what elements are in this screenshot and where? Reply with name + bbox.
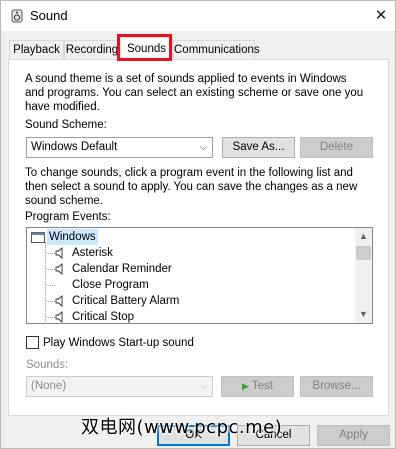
chevron-down-icon: ⌵ (199, 142, 208, 153)
tab-playback[interactable]: Playback (9, 40, 64, 60)
list-item-asterisk[interactable]: Asterisk (27, 245, 363, 261)
sounds-select-value: (None) (31, 380, 67, 392)
list-item-calendar-reminder[interactable]: Calendar Reminder (27, 261, 363, 277)
tab-strip: Playback Recording Sounds Communications (9, 37, 389, 60)
annotation-highlight-box (117, 34, 172, 61)
scroll-down-arrow-icon[interactable]: ▼ (355, 306, 372, 323)
speaker-icon (11, 9, 23, 23)
watermark-text: 双电网(www.pcpc.me) (81, 417, 283, 438)
sound-scheme-label: Sound Scheme: (25, 119, 107, 131)
intro-text-line-3: have modified. (25, 101, 100, 113)
chevron-down-icon: ⌵ (199, 381, 208, 392)
browse-button[interactable]: Browse... (300, 376, 373, 397)
close-button[interactable]: ✕ (367, 1, 395, 31)
play-icon: ▶ (241, 381, 249, 391)
program-events-label: Program Events: (25, 211, 111, 223)
sound-scheme-select[interactable]: Windows Default ⌵ (26, 137, 213, 158)
list-item-critical-battery-alarm[interactable]: Critical Battery Alarm (27, 293, 363, 309)
startup-sound-label[interactable]: Play Windows Start-up sound (43, 336, 194, 350)
list-item-label: Critical Stop (72, 311, 134, 323)
sounds-select[interactable]: (None) ⌵ (26, 376, 213, 397)
help-text-line-1: To change sounds, click a program event … (25, 167, 353, 179)
list-item-close-program[interactable]: Close Program (27, 277, 363, 293)
tab-recording[interactable]: Recording (64, 40, 120, 60)
intro-text-line-2: and programs. You can select an existing… (25, 87, 364, 99)
speaker-icon (55, 295, 63, 307)
window-icon (31, 232, 45, 243)
list-item-label: Asterisk (72, 247, 113, 259)
test-button[interactable]: ▶ Test (221, 376, 294, 397)
sound-scheme-value: Windows Default (31, 141, 118, 153)
help-text-line-2: then select a sound to apply. You can sa… (25, 181, 358, 193)
speaker-icon (55, 247, 63, 259)
scroll-up-arrow-icon[interactable]: ▲ (355, 228, 372, 245)
vertical-scrollbar[interactable]: ▲ ▼ (355, 228, 372, 323)
list-item-label: Calendar Reminder (72, 263, 172, 275)
scrollbar-thumb[interactable] (356, 246, 371, 260)
apply-button[interactable]: Apply (317, 425, 390, 446)
sound-dialog: Sound ✕ Playback Recording Sounds Commun… (0, 0, 396, 449)
delete-button[interactable]: Delete (300, 137, 373, 158)
list-item-critical-stop[interactable]: Critical Stop (27, 309, 363, 323)
speaker-icon (55, 311, 63, 323)
speaker-icon (55, 263, 63, 275)
window-title: Sound (30, 8, 68, 23)
save-as-button[interactable]: Save As... (222, 137, 295, 158)
intro-text-line-1: A sound theme is a set of sounds applied… (25, 73, 347, 85)
program-events-list[interactable]: Windows Asterisk Calendar Reminder Close… (26, 227, 373, 324)
title-bar: Sound ✕ (1, 1, 395, 31)
tab-communications[interactable]: Communications (173, 40, 260, 60)
startup-sound-checkbox[interactable] (26, 336, 39, 349)
help-text-line-3: sound scheme. (25, 195, 103, 207)
sounds-label: Sounds: (26, 359, 69, 371)
list-item-label: Close Program (72, 279, 149, 291)
list-item-windows[interactable]: Windows (27, 229, 363, 245)
test-button-label: Test (251, 380, 273, 392)
list-item-label: Windows (47, 229, 98, 245)
list-item-label: Critical Battery Alarm (72, 295, 180, 307)
